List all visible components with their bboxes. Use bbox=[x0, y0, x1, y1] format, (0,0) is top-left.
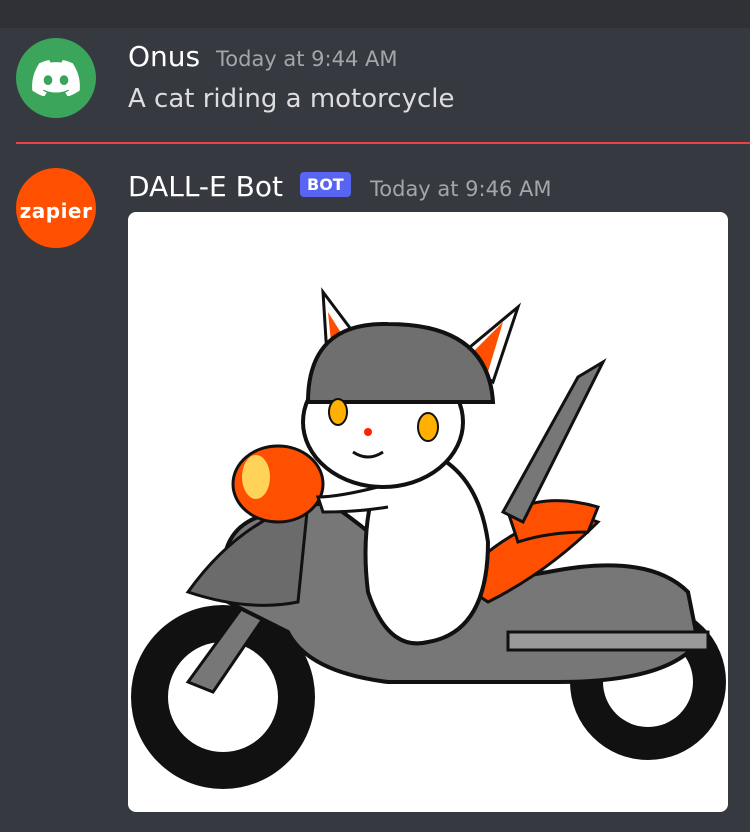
message-content: A cat riding a motorcycle bbox=[128, 84, 455, 114]
new-messages-divider bbox=[16, 142, 750, 144]
avatar-discord[interactable] bbox=[16, 38, 96, 118]
discord-logo-icon bbox=[32, 60, 80, 96]
timestamp: Today at 9:44 AM bbox=[216, 47, 398, 71]
username[interactable]: Onus bbox=[128, 40, 200, 73]
username[interactable]: DALL-E Bot bbox=[128, 170, 283, 203]
timestamp: Today at 9:46 AM bbox=[370, 177, 552, 201]
top-strip bbox=[0, 0, 750, 28]
image-attachment[interactable] bbox=[128, 212, 728, 812]
zapier-logo-text: zapier bbox=[19, 199, 93, 223]
cat-on-motorcycle-image bbox=[131, 287, 726, 789]
avatar-zapier[interactable]: zapier bbox=[16, 168, 96, 248]
bot-badge: BOT bbox=[300, 172, 351, 197]
